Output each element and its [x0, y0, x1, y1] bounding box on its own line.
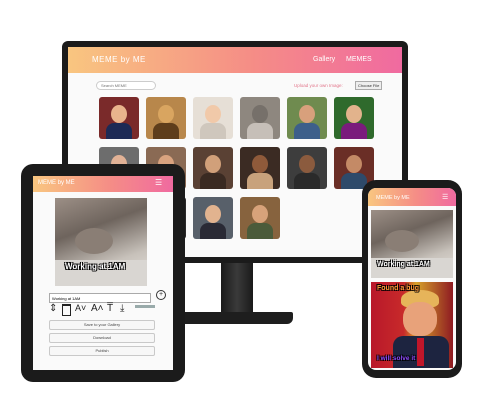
thumbnail-face-shape [205, 105, 221, 123]
desktop-header: MEME by ME Gallery MEMES [68, 47, 402, 73]
meme-thumbnail[interactable] [193, 97, 233, 139]
thumbnail-face-shape [346, 155, 362, 173]
nav-memes-link[interactable]: MEMES [346, 56, 372, 63]
thumbnail-body-shape [200, 173, 226, 189]
nav-gallery-link[interactable]: Gallery [313, 56, 335, 63]
cat-head-shape [75, 228, 113, 254]
face-shape [403, 302, 437, 336]
caption-input[interactable] [49, 293, 151, 303]
thumbnail-body-shape [200, 123, 226, 139]
thumbnail-face-shape [252, 155, 268, 173]
phone-meme-1-caption: Working at 1AM [377, 261, 430, 268]
tie-shape [417, 338, 424, 366]
thumbnail-face-shape [252, 205, 268, 223]
phone-header: MEME by ME ☰ [368, 188, 456, 206]
text-top-icon[interactable]: T̅ [107, 303, 113, 314]
thumbnail-face-shape [158, 105, 174, 123]
thumbnail-face-shape [205, 155, 221, 173]
tablet-device: MEME by ME ☰ Working at 1AM + ⇕ A˅ A˄ T̅… [21, 164, 185, 382]
thumbnail-body-shape [200, 223, 226, 239]
thumbnail-body-shape [294, 173, 320, 189]
save-to-gallery-button[interactable]: Save to your Gallery [49, 320, 155, 330]
thumbnail-face-shape [111, 105, 127, 123]
monitor-base [179, 312, 293, 324]
tablet-header: MEME by ME ☰ [33, 176, 173, 192]
align-bottom-icon[interactable]: ⤓ [120, 303, 124, 314]
thumbnail-face-shape [299, 105, 315, 123]
thumbnail-body-shape [247, 123, 273, 139]
thumbnail-body-shape [341, 123, 367, 139]
brand-logo[interactable]: MEME by ME [92, 55, 146, 64]
phone-device: MEME by ME ☰ Working at 1AM Found a bug … [362, 180, 462, 378]
thumbnail-face-shape [299, 155, 315, 173]
download-button[interactable]: Download [49, 333, 155, 343]
meme-thumbnail[interactable] [240, 147, 280, 189]
phone-meme-2[interactable]: Found a bug I will solve it [371, 282, 453, 368]
publish-button[interactable]: Publish [49, 346, 155, 356]
tablet-brand-logo[interactable]: MEME by ME [38, 180, 75, 186]
trash-icon[interactable] [62, 304, 71, 316]
meme-thumbnail[interactable] [287, 147, 327, 189]
hamburger-menu-icon[interactable]: ☰ [155, 179, 162, 187]
meme-thumbnail[interactable] [240, 197, 280, 239]
monitor-neck [221, 263, 253, 315]
thumbnail-body-shape [247, 223, 273, 239]
cat-head-shape-small [385, 230, 419, 252]
phone-screen: MEME by ME ☰ Working at 1AM Found a bug … [368, 188, 456, 370]
phone-meme-2-top-caption: Found a bug [377, 285, 419, 292]
meme-thumbnail[interactable] [287, 97, 327, 139]
meme-preview-image: Working at 1AM [55, 198, 147, 286]
meme-thumbnail[interactable] [99, 97, 139, 139]
thumbnail-face-shape [252, 105, 268, 123]
upload-label: Upload your own Image: [294, 83, 343, 88]
search-input[interactable] [96, 81, 156, 90]
meme-thumbnail[interactable] [334, 97, 374, 139]
color-swatch[interactable] [135, 305, 155, 308]
thumbnail-face-shape [205, 205, 221, 223]
line-height-icon[interactable]: ⇕ [49, 303, 57, 314]
meme-thumbnail[interactable] [193, 147, 233, 189]
choose-file-button[interactable]: Choose File [355, 81, 383, 90]
phone-meme-2-bottom-caption: I will solve it [377, 355, 416, 362]
meme-thumbnail[interactable] [146, 97, 186, 139]
phone-brand-logo[interactable]: MEME by ME [376, 195, 410, 201]
thumbnail-body-shape [247, 173, 273, 189]
increase-font-icon[interactable]: A˄ [91, 303, 104, 314]
meme-thumbnail[interactable] [240, 97, 280, 139]
text-toolbar: ⇕ A˅ A˄ T̅ ⤓ [49, 303, 169, 316]
phone-meme-1[interactable]: Working at 1AM [371, 210, 453, 278]
thumbnail-body-shape [106, 123, 132, 139]
add-caption-plus-circle-icon[interactable]: + [156, 290, 166, 300]
decrease-font-icon[interactable]: A˅ [75, 303, 86, 313]
phone-hamburger-menu-icon[interactable]: ☰ [442, 194, 448, 201]
tablet-screen: MEME by ME ☰ Working at 1AM + ⇕ A˅ A˄ T̅… [33, 176, 173, 370]
thumbnail-face-shape [346, 105, 362, 123]
meme-thumbnail[interactable] [193, 197, 233, 239]
meme-preview-caption: Working at 1AM [65, 262, 126, 271]
thumbnail-body-shape [153, 123, 179, 139]
thumbnail-body-shape [294, 123, 320, 139]
